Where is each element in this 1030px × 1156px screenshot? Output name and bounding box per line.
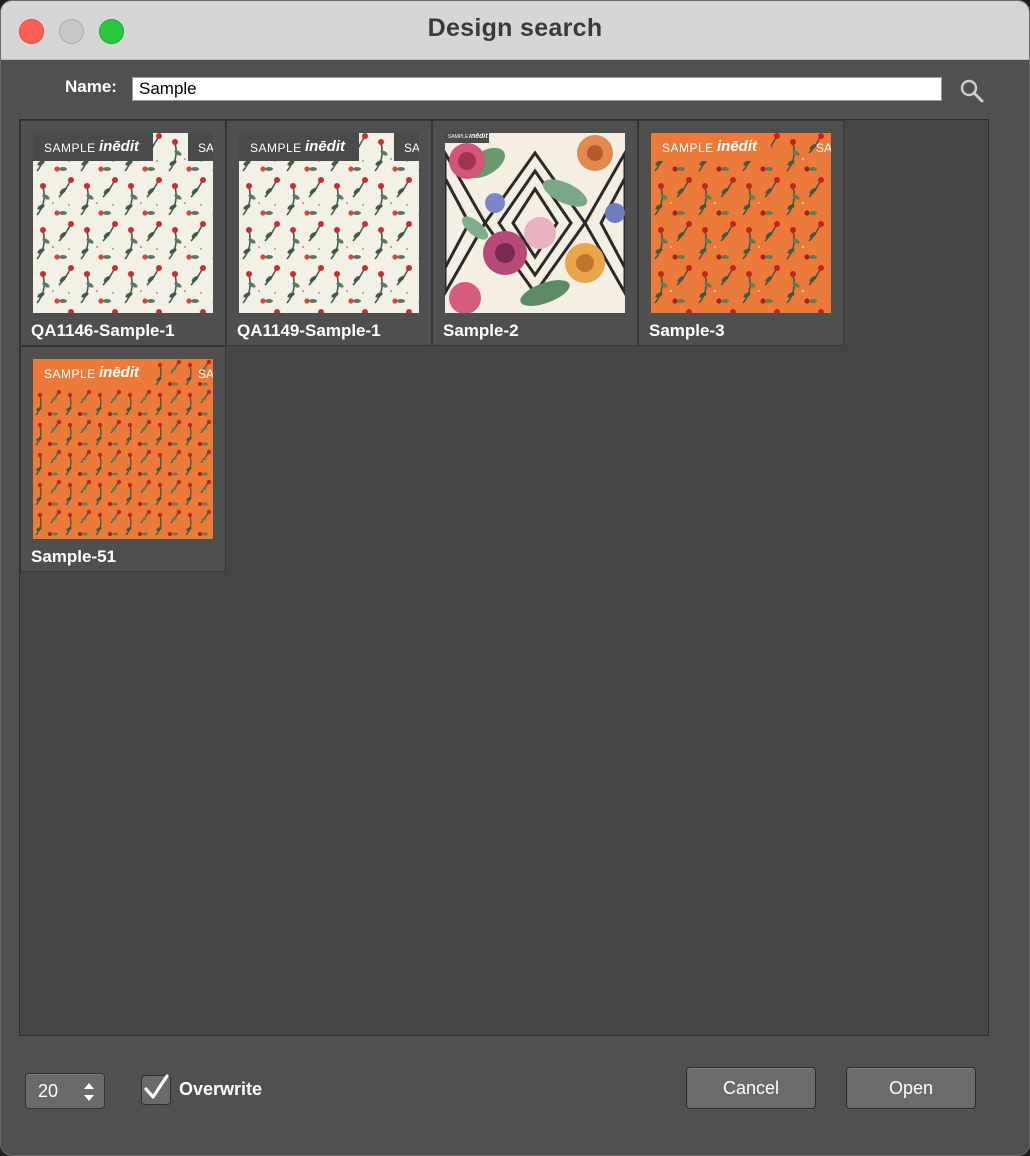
cancel-button[interactable]: Cancel [686,1067,816,1109]
title-bar: Design search [1,1,1029,60]
sample-watermark-fragment: SA [404,141,419,155]
design-tile[interactable]: SAMPLE inēdit SA Sample-3 [638,120,844,346]
design-thumbnail: SAMPLE inēdit [445,133,625,313]
design-thumbnail: SAMPLE inēdit SA [651,133,831,313]
design-name: Sample-51 [31,547,117,566]
design-tile[interactable]: SAMPLE inēdit SA QA1149-Sample-1 [226,120,432,346]
sample-watermark: SAMPLE [44,367,96,381]
name-search-input[interactable] [132,77,942,101]
stepper-arrows-icon[interactable] [82,1080,96,1104]
design-search-dialog: Design search Name: Sample SAMPLE inēdit… [0,0,1030,1156]
design-name: QA1146-Sample-1 [31,321,175,340]
overwrite-checkbox[interactable] [141,1074,171,1105]
page-size-stepper[interactable]: 20 [25,1073,105,1109]
results-grid: SAMPLE inēdit SA QA1146-Sample-1 SAMPLE … [19,119,989,1036]
sample-watermark: SAMPLE [250,141,302,155]
design-tile[interactable]: SAMPLE inēdit SA QA1146-Sample-1 [20,120,226,346]
design-thumbnail: SAMPLE inēdit SA [33,133,213,313]
brand-watermark: inēdit [99,364,139,381]
magnifier-icon [960,79,984,103]
sample-watermark-fragment: SA [198,141,213,155]
design-thumbnail: SAMPLE inēdit SA [239,133,419,313]
brand-watermark: inēdit [305,138,345,155]
sample-watermark: SAMPLE [448,134,469,140]
design-thumbnail: SAMPLE inēdit SA [33,359,213,539]
design-name: Sample-2 [443,321,519,340]
sample-watermark-fragment: SA [816,141,831,155]
footer-bar: 20 Overwrite Cancel Open [1,1041,1029,1155]
search-button[interactable] [957,77,987,105]
page-size-value: 20 [38,1081,59,1101]
design-tile[interactable]: SAMPLE inēdit SA Sample-51 [20,346,226,572]
design-name: QA1149-Sample-1 [237,321,381,340]
name-label: Name: [65,77,117,96]
sample-watermark-fragment: SA [198,367,213,381]
checkmark-icon [144,1074,169,1099]
open-button[interactable]: Open [846,1067,976,1109]
window-title: Design search [427,14,603,42]
overwrite-label: Overwrite [179,1079,263,1099]
design-name: Sample-3 [649,321,725,340]
sample-watermark: SAMPLE [662,141,714,155]
brand-watermark: inēdit [99,138,139,155]
sample-watermark: SAMPLE [44,141,96,155]
design-tile[interactable]: SAMPLE inēdit Sample-2 [432,120,638,346]
brand-watermark: inēdit [469,133,488,140]
brand-watermark: inēdit [717,138,757,155]
